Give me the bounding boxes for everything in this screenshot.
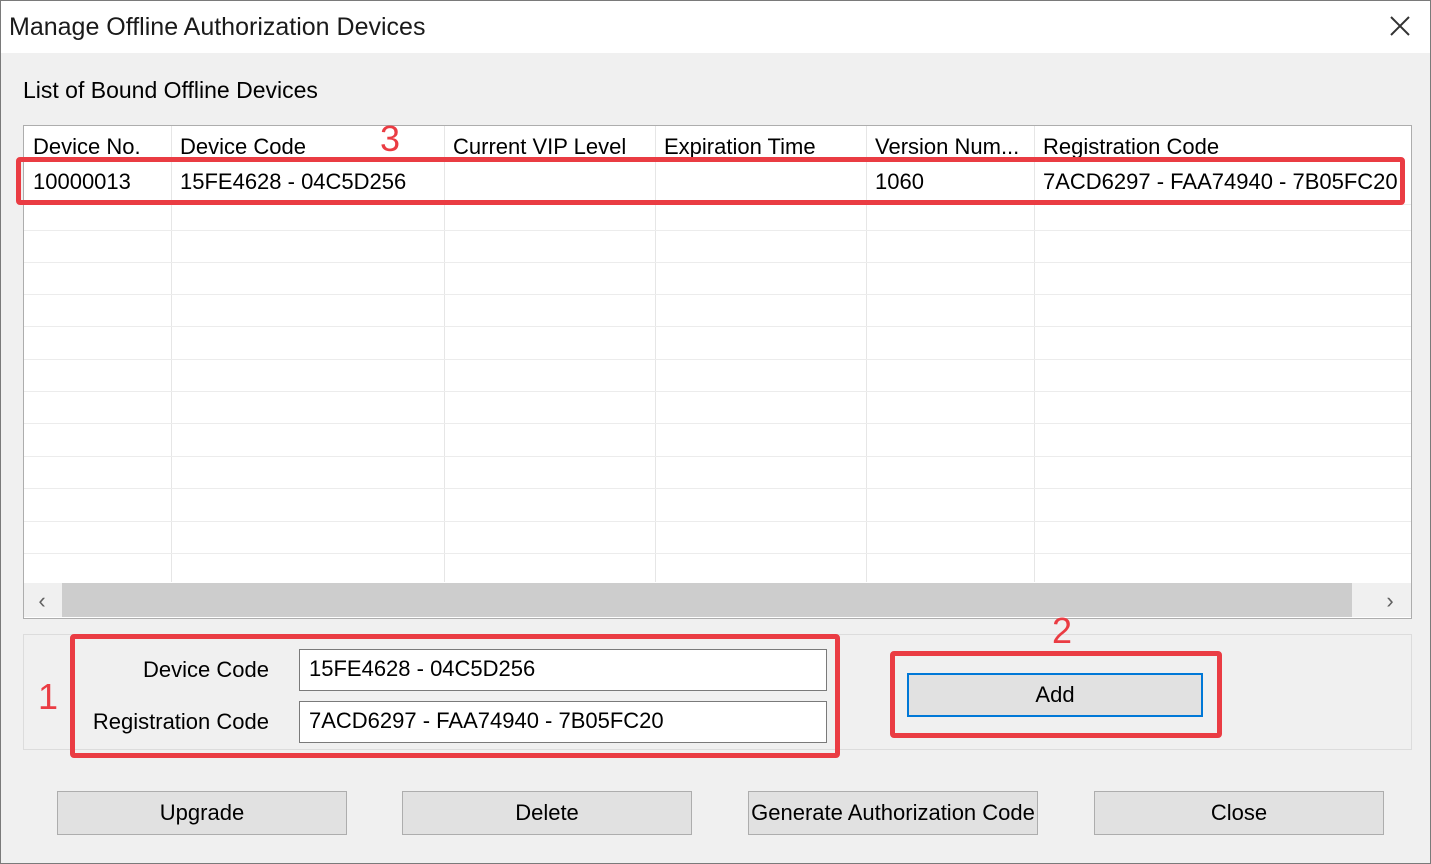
horizontal-scrollbar[interactable]: ‹ › bbox=[24, 583, 1411, 617]
row-divider bbox=[24, 262, 1411, 263]
row-divider bbox=[24, 553, 1411, 554]
delete-button[interactable]: Delete bbox=[402, 791, 692, 835]
row-divider bbox=[24, 488, 1411, 489]
row-divider bbox=[24, 423, 1411, 424]
close-icon[interactable] bbox=[1387, 13, 1413, 39]
column-header-vip-level[interactable]: Current VIP Level bbox=[444, 126, 655, 160]
row-divider bbox=[24, 521, 1411, 522]
upgrade-button[interactable]: Upgrade bbox=[57, 791, 347, 835]
column-header-registration-code[interactable]: Registration Code bbox=[1034, 126, 1411, 160]
scrollbar-thumb[interactable] bbox=[62, 583, 1352, 617]
row-divider bbox=[24, 326, 1411, 327]
callout-number-2: 2 bbox=[1052, 610, 1073, 651]
column-header-device-no[interactable]: Device No. bbox=[24, 126, 171, 160]
chevron-left-icon[interactable]: ‹ bbox=[30, 588, 54, 614]
chevron-right-icon[interactable]: › bbox=[1378, 588, 1402, 614]
list-label: List of Bound Offline Devices bbox=[23, 77, 318, 103]
generate-authorization-code-button[interactable]: Generate Authorization Code bbox=[748, 791, 1038, 835]
callout-box-1 bbox=[70, 634, 840, 758]
row-divider bbox=[24, 359, 1411, 360]
callout-box-2 bbox=[890, 651, 1222, 738]
column-header-device-code[interactable]: Device Code bbox=[171, 126, 444, 160]
callout-number-1: 1 bbox=[38, 676, 59, 717]
column-header-version-num[interactable]: Version Num... bbox=[866, 126, 1034, 160]
row-divider bbox=[24, 391, 1411, 392]
row-divider bbox=[24, 294, 1411, 295]
window-title: Manage Offline Authorization Devices bbox=[9, 13, 426, 41]
callout-box-3 bbox=[16, 157, 1405, 205]
close-button[interactable]: Close bbox=[1094, 791, 1384, 835]
row-divider bbox=[24, 456, 1411, 457]
row-divider bbox=[24, 230, 1411, 231]
title-bar: Manage Offline Authorization Devices bbox=[1, 1, 1430, 53]
callout-number-3: 3 bbox=[380, 118, 401, 159]
column-header-expiration-time[interactable]: Expiration Time bbox=[655, 126, 866, 160]
